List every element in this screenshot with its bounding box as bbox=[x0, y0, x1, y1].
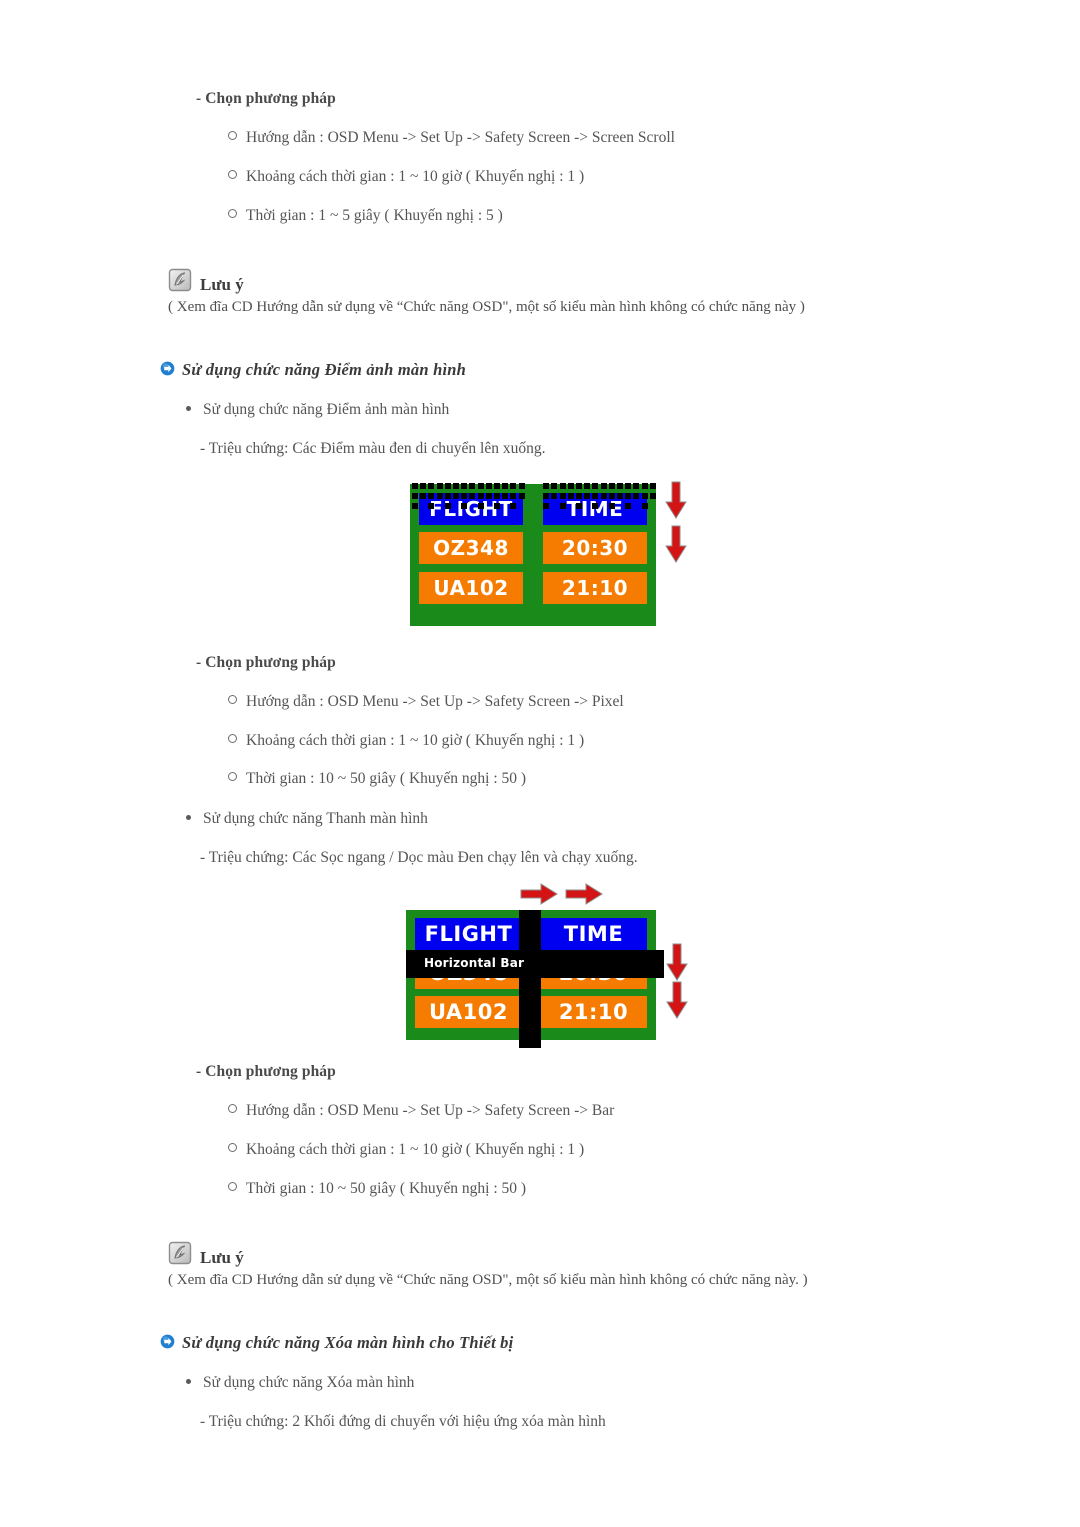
pixel-section-heading: Sử dụng chức năng Điểm ảnh màn hình bbox=[160, 360, 466, 380]
flight-board-pixel-figure: FLIGHT TIME OZ348 20:30 UA102 21:10 bbox=[410, 480, 690, 630]
bar-feature-bullet: Sử dụng chức năng Thanh màn hình bbox=[186, 810, 428, 828]
scroll-method-item-1-label: Khoảng cách thời gian : 1 ~ 10 giờ ( Khu… bbox=[246, 168, 585, 185]
pixel-symptom-text: - Triệu chứng: Các Điểm màu đen di chuyể… bbox=[200, 440, 546, 457]
circle-bullet-icon bbox=[228, 1104, 237, 1113]
note-block-1: Lưu ý ( Xem đĩa CD Hướng dẫn sử dụng về … bbox=[168, 268, 805, 316]
board-cell-row2-right: 21:10 bbox=[543, 572, 647, 604]
board-cell-header-left: FLIGHT bbox=[415, 918, 522, 950]
bar-method-item-0-label: Hướng dẫn : OSD Menu -> Set Up -> Safety… bbox=[246, 1102, 615, 1119]
board-cell-row1-right: 20:30 bbox=[543, 532, 647, 564]
bar-method-item-2-label: Thời gian : 10 ~ 50 giây ( Khuyến nghị :… bbox=[246, 1180, 527, 1197]
bar-method-title: - Chọn phương pháp bbox=[196, 1063, 336, 1080]
note-pencil-icon bbox=[168, 268, 194, 294]
board-cell-row1-left: OZ348 bbox=[419, 532, 523, 564]
note-label-2: Lưu ý bbox=[200, 1248, 244, 1267]
flight-board-bar-figure: FLIGHT TIME OZ348 20:30 UA102 21:10 Hori… bbox=[406, 880, 696, 1048]
pixel-method-item-2: Thời gian : 10 ~ 50 giây ( Khuyến nghị :… bbox=[228, 770, 526, 788]
round-bullet-icon bbox=[186, 815, 191, 820]
pixel-method-item-1-label: Khoảng cách thời gian : 1 ~ 10 giờ ( Khu… bbox=[246, 732, 585, 749]
board-cell-header-right: TIME bbox=[543, 493, 647, 525]
scroll-method-item-2: Thời gian : 1 ~ 5 giây ( Khuyến nghị : 5… bbox=[228, 207, 503, 225]
note-text-1: ( Xem đĩa CD Hướng dẫn sử dụng về “Chức … bbox=[168, 299, 805, 315]
bar-method-item-2: Thời gian : 10 ~ 50 giây ( Khuyến nghị :… bbox=[228, 1180, 526, 1198]
scroll-method-item-0: Hướng dẫn : OSD Menu -> Set Up -> Safety… bbox=[228, 129, 675, 147]
board-cell-row2-right: 21:10 bbox=[540, 996, 647, 1028]
pixel-feature-bullet: Sử dụng chức năng Điểm ảnh màn hình bbox=[186, 401, 449, 419]
circle-bullet-icon bbox=[228, 695, 237, 704]
pixel-feature-bullet-label: Sử dụng chức năng Điểm ảnh màn hình bbox=[203, 401, 450, 418]
horizontal-bar-label: Horizontal Bar bbox=[424, 956, 525, 970]
manual-page: - Chọn phương pháp Hướng dẫn : OSD Menu … bbox=[0, 0, 1080, 1527]
down-arrow-icon bbox=[663, 480, 689, 527]
pixel-method-item-2-label: Thời gian : 10 ~ 50 giây ( Khuyến nghị :… bbox=[246, 770, 527, 787]
down-arrow-icon bbox=[663, 524, 689, 571]
eraser-symptom-text: - Triệu chứng: 2 Khối đứng di chuyển với… bbox=[200, 1413, 606, 1430]
note-heading-1: Lưu ý bbox=[168, 268, 805, 294]
blue-arrow-bullet-icon bbox=[160, 361, 175, 376]
circle-bullet-icon bbox=[228, 209, 237, 218]
eraser-section-heading-text: Sử dụng chức năng Xóa màn hình cho Thiết… bbox=[182, 1333, 514, 1352]
pixel-section-heading-text: Sử dụng chức năng Điểm ảnh màn hình bbox=[182, 360, 466, 379]
circle-bullet-icon bbox=[228, 734, 237, 743]
board-cell-row2-left: UA102 bbox=[419, 572, 523, 604]
round-bullet-icon bbox=[186, 1379, 191, 1384]
right-arrow-icon bbox=[519, 881, 561, 912]
scroll-method-item-0-label: Hướng dẫn : OSD Menu -> Set Up -> Safety… bbox=[246, 129, 675, 146]
pixel-method-title: - Chọn phương pháp bbox=[196, 654, 336, 671]
eraser-section-heading: Sử dụng chức năng Xóa màn hình cho Thiết… bbox=[160, 1333, 513, 1353]
down-arrow-icon bbox=[664, 980, 690, 1027]
pixel-method-item-1: Khoảng cách thời gian : 1 ~ 10 giờ ( Khu… bbox=[228, 732, 584, 750]
circle-bullet-icon bbox=[228, 772, 237, 781]
note-block-2: Lưu ý ( Xem đĩa CD Hướng dẫn sử dụng về … bbox=[168, 1241, 808, 1289]
pixel-method-item-0-label: Hướng dẫn : OSD Menu -> Set Up -> Safety… bbox=[246, 693, 624, 710]
note-heading-2: Lưu ý bbox=[168, 1241, 808, 1267]
blue-arrow-bullet-icon bbox=[160, 1334, 175, 1349]
circle-bullet-icon bbox=[228, 131, 237, 140]
circle-bullet-icon bbox=[228, 1143, 237, 1152]
board-cell-header-right: TIME bbox=[540, 918, 647, 950]
bar-feature-bullet-label: Sử dụng chức năng Thanh màn hình bbox=[203, 810, 428, 827]
eraser-feature-bullet-label: Sử dụng chức năng Xóa màn hình bbox=[203, 1374, 415, 1391]
scroll-method-item-2-label: Thời gian : 1 ~ 5 giây ( Khuyến nghị : 5… bbox=[246, 207, 503, 224]
note-label-1: Lưu ý bbox=[200, 275, 244, 294]
vertical-black-bar bbox=[519, 910, 541, 1048]
board-cell-header-left: FLIGHT bbox=[419, 493, 523, 525]
scroll-method-title: - Chọn phương pháp bbox=[196, 90, 336, 107]
board-cell-row2-left: UA102 bbox=[415, 996, 522, 1028]
bar-method-item-1-label: Khoảng cách thời gian : 1 ~ 10 giờ ( Khu… bbox=[246, 1141, 585, 1158]
eraser-feature-bullet: Sử dụng chức năng Xóa màn hình bbox=[186, 1374, 414, 1392]
right-arrow-icon bbox=[564, 881, 606, 912]
circle-bullet-icon bbox=[228, 170, 237, 179]
note-pencil-icon bbox=[168, 1241, 194, 1267]
pixel-method-item-0: Hướng dẫn : OSD Menu -> Set Up -> Safety… bbox=[228, 693, 624, 711]
scroll-method-item-1: Khoảng cách thời gian : 1 ~ 10 giờ ( Khu… bbox=[228, 168, 584, 186]
circle-bullet-icon bbox=[228, 1182, 237, 1191]
bar-method-item-0: Hướng dẫn : OSD Menu -> Set Up -> Safety… bbox=[228, 1102, 614, 1120]
bar-method-item-1: Khoảng cách thời gian : 1 ~ 10 giờ ( Khu… bbox=[228, 1141, 584, 1159]
note-text-2: ( Xem đĩa CD Hướng dẫn sử dụng về “Chức … bbox=[168, 1272, 808, 1288]
bar-symptom-text: - Triệu chứng: Các Sọc ngang / Dọc màu Đ… bbox=[200, 849, 638, 866]
round-bullet-icon bbox=[186, 406, 191, 411]
